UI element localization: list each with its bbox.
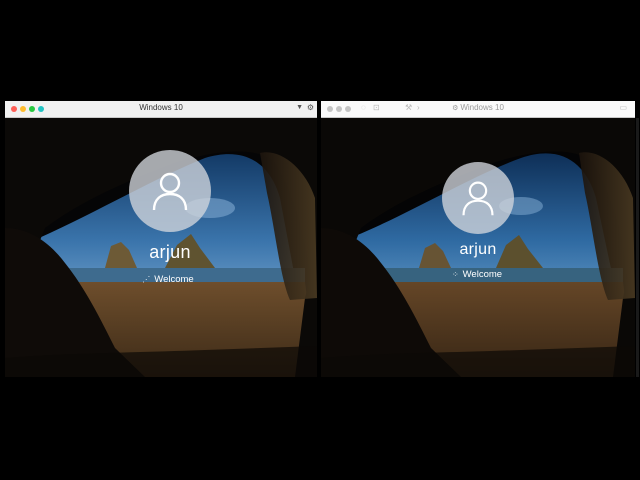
- user-icon: [152, 172, 188, 211]
- loading-spinner-icon: ⁘: [451, 270, 459, 279]
- welcome-status: ⁘ Welcome: [417, 269, 537, 280]
- gear-icon[interactable]: ⚙: [307, 103, 314, 112]
- username-label: arjun: [149, 242, 191, 262]
- user-icon: [462, 181, 494, 216]
- window-title-row: ⚙ Windows 10: [321, 103, 635, 112]
- welcome-text: Welcome: [462, 269, 503, 280]
- welcome-text: Welcome: [154, 274, 194, 285]
- username-label: arjun: [459, 241, 497, 258]
- window-title: Windows 10: [460, 103, 504, 112]
- user-avatar[interactable]: [442, 162, 514, 234]
- sidebar-toggle-icon[interactable]: ▭: [619, 103, 627, 112]
- vm-screen[interactable]: arjun ⁘ Welcome: [321, 118, 635, 377]
- user-avatar[interactable]: [129, 150, 211, 232]
- vm-window-left[interactable]: Windows 10 ▼ ⚙ arjun ⋰ Welcome: [5, 101, 317, 377]
- title-bar[interactable]: Windows 10 ▼ ⚙: [5, 101, 317, 118]
- title-bar[interactable]: ◌ ⊡ ⚒ › ⚙ Windows 10 ▭: [321, 101, 635, 118]
- welcome-status: ⋰ Welcome: [108, 274, 228, 285]
- window-title: Windows 10: [139, 103, 183, 112]
- vm-screen[interactable]: arjun ⋰ Welcome: [5, 118, 317, 377]
- vm-window-right[interactable]: ◌ ⊡ ⚒ › ⚙ Windows 10 ▭ arjun ⁘ Welcome: [321, 101, 635, 377]
- loading-spinner-icon: ⋰: [142, 275, 151, 284]
- chevron-down-icon[interactable]: ▼: [296, 104, 303, 111]
- scrollbar[interactable]: [636, 118, 639, 377]
